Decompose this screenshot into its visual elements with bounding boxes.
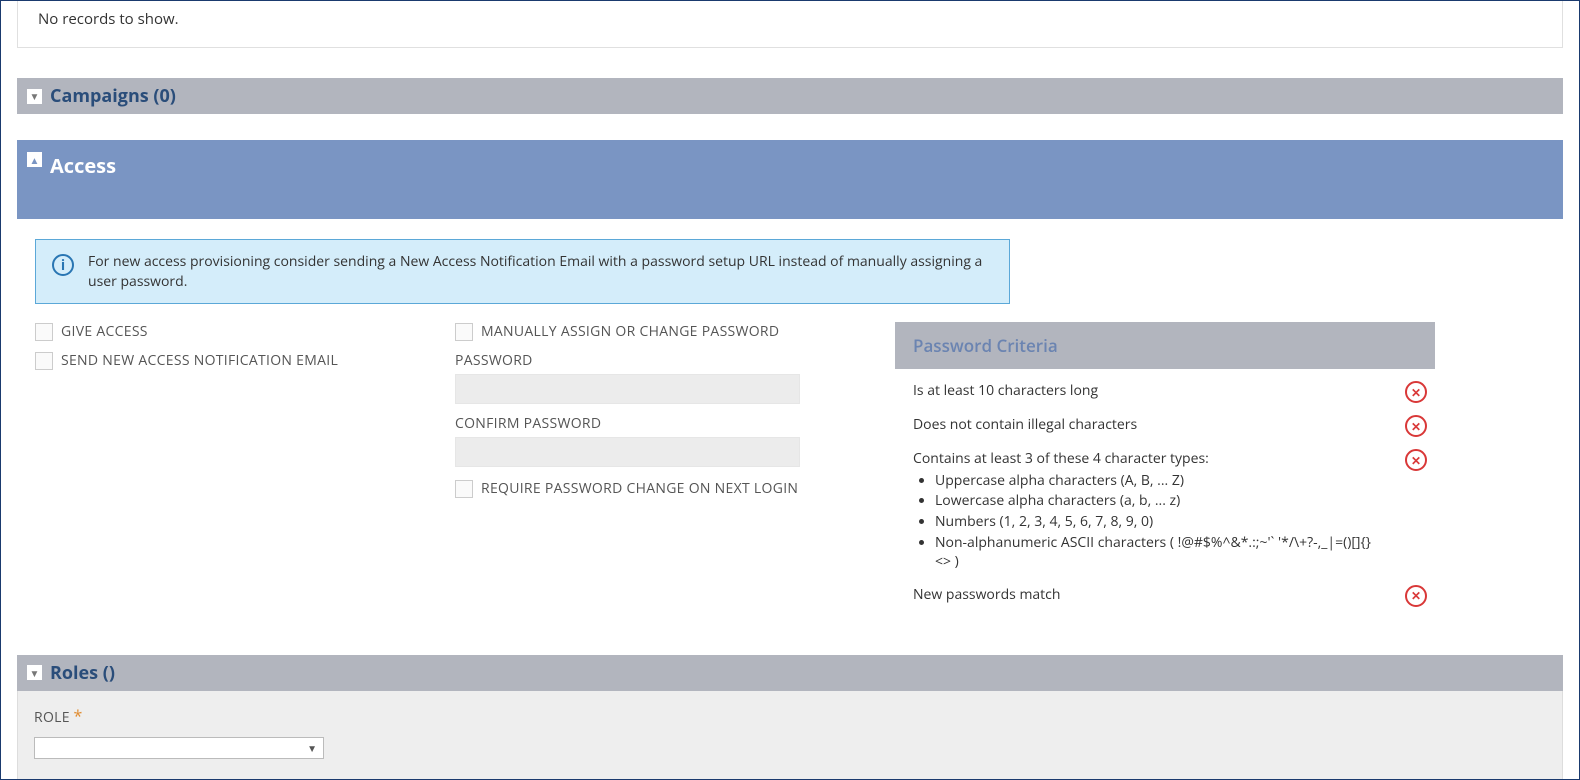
- role-select[interactable]: ▼: [34, 737, 324, 759]
- criteria-types: Contains at least 3 of these 4 character…: [913, 449, 1385, 573]
- confirm-password-input[interactable]: [455, 437, 800, 467]
- manual-assign-checkbox[interactable]: [455, 323, 473, 341]
- access-title: Access: [50, 152, 116, 179]
- records-empty-message: No records to show.: [17, 1, 1563, 48]
- required-star: *: [73, 705, 82, 727]
- send-email-checkbox[interactable]: [35, 352, 53, 370]
- fail-icon: ✕: [1405, 585, 1427, 607]
- password-input[interactable]: [455, 374, 800, 404]
- role-label: ROLE: [34, 708, 70, 727]
- criteria-header: Password Criteria: [895, 322, 1435, 369]
- info-icon: i: [52, 254, 74, 276]
- roles-header[interactable]: ▼ Roles (): [17, 655, 1563, 691]
- collapse-icon[interactable]: ▼: [27, 665, 42, 680]
- fail-icon: ✕: [1405, 415, 1427, 437]
- roles-title: Roles (): [50, 661, 115, 685]
- fail-icon: ✕: [1405, 449, 1427, 471]
- give-access-checkbox[interactable]: [35, 323, 53, 341]
- criteria-length: Is at least 10 characters long: [913, 381, 1098, 401]
- require-change-label: REQUIRE PASSWORD CHANGE ON NEXT LOGIN: [481, 479, 798, 498]
- manual-assign-label: MANUALLY ASSIGN OR CHANGE PASSWORD: [481, 322, 779, 341]
- password-label: PASSWORD: [455, 351, 875, 370]
- confirm-password-label: CONFIRM PASSWORD: [455, 414, 875, 433]
- collapse-icon[interactable]: ▼: [27, 89, 42, 104]
- give-access-label: GIVE ACCESS: [61, 322, 148, 341]
- info-text: For new access provisioning consider sen…: [88, 252, 993, 291]
- access-header[interactable]: ▲ Access: [17, 140, 1563, 219]
- campaigns-header[interactable]: ▼ Campaigns (0): [17, 78, 1563, 114]
- roles-body: ROLE * ▼: [17, 691, 1563, 779]
- send-email-label: SEND NEW ACCESS NOTIFICATION EMAIL: [61, 351, 338, 370]
- fail-icon: ✕: [1405, 381, 1427, 403]
- campaigns-title: Campaigns (0): [50, 84, 176, 108]
- require-change-checkbox[interactable]: [455, 480, 473, 498]
- chevron-down-icon: ▼: [307, 741, 317, 755]
- criteria-match: New passwords match: [913, 585, 1060, 605]
- info-message: i For new access provisioning consider s…: [35, 239, 1010, 304]
- criteria-list: Is at least 10 characters long ✕ Does no…: [895, 369, 1435, 625]
- criteria-illegal: Does not contain illegal characters: [913, 415, 1137, 435]
- expand-icon[interactable]: ▲: [27, 152, 42, 167]
